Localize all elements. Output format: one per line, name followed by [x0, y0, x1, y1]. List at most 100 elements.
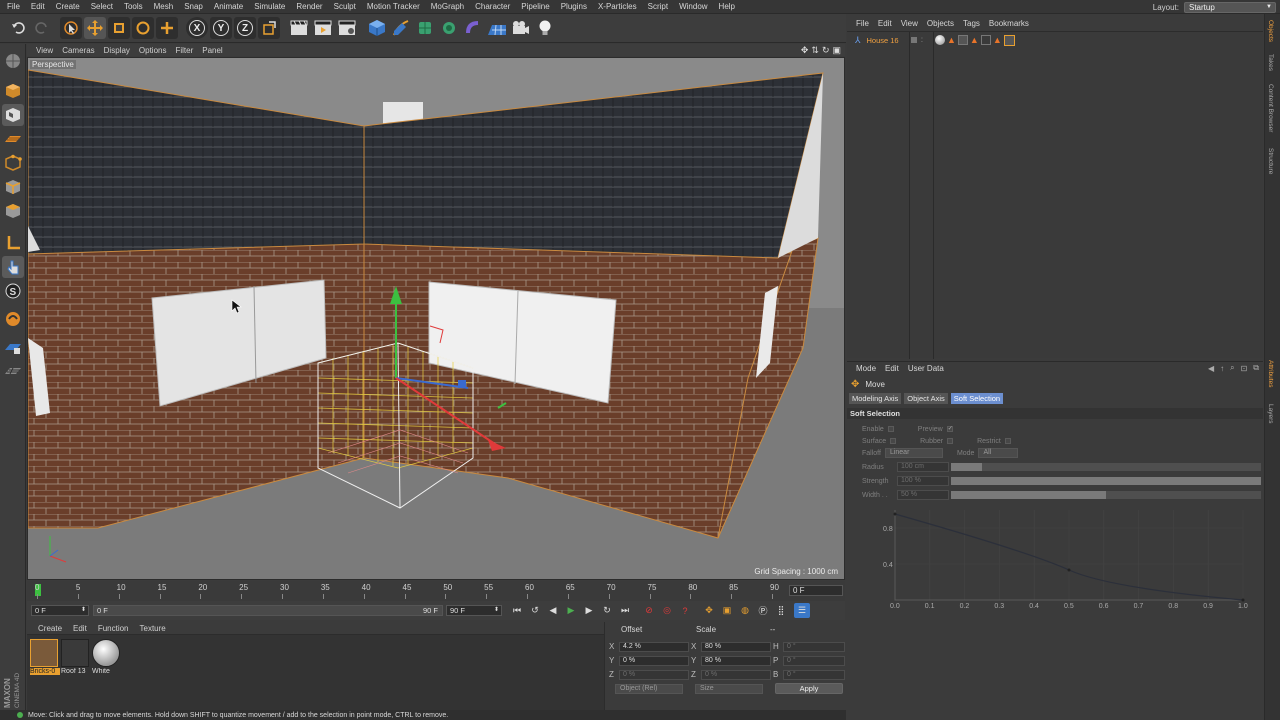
- autokey-button[interactable]: ◎: [659, 603, 675, 618]
- menu-motion-tracker[interactable]: Motion Tracker: [367, 2, 420, 11]
- scale-x-field[interactable]: 80 %: [701, 641, 771, 652]
- frame-range-slider[interactable]: 0 F 90 F: [93, 605, 443, 616]
- object-menu-edit[interactable]: Edit: [878, 19, 892, 28]
- planar-workplane-button[interactable]: [2, 360, 24, 382]
- size-mode-dropdown[interactable]: Size: [695, 683, 763, 694]
- move-tool-button[interactable]: [84, 17, 106, 39]
- menu-animate[interactable]: Animate: [214, 2, 243, 11]
- go-to-start-button[interactable]: ⏮: [509, 603, 525, 618]
- rot-b-field[interactable]: 0 °: [783, 669, 845, 680]
- menu-simulate[interactable]: Simulate: [254, 2, 285, 11]
- menu-window[interactable]: Window: [679, 2, 707, 11]
- rotation-key-button[interactable]: ◍: [737, 603, 753, 618]
- side-tab-attributes[interactable]: Attributes: [1267, 360, 1274, 387]
- start-frame-field[interactable]: 0 F ⬍: [31, 605, 89, 616]
- y-axis-lock-button[interactable]: Y: [210, 17, 232, 39]
- menu-file[interactable]: File: [7, 2, 20, 11]
- viewport-menu-display[interactable]: Display: [104, 46, 130, 55]
- object-menu-file[interactable]: File: [856, 19, 869, 28]
- rot-h-field[interactable]: 0 °: [783, 641, 845, 652]
- layout-dropdown[interactable]: Startup ▼: [1184, 1, 1276, 13]
- render-to-picture-viewer-button[interactable]: [312, 17, 334, 39]
- tab-object-axis[interactable]: Object Axis: [904, 393, 948, 404]
- floor-button[interactable]: [486, 17, 508, 39]
- tab-soft-selection[interactable]: Soft Selection: [950, 393, 1004, 404]
- menu-pipeline[interactable]: Pipeline: [521, 2, 549, 11]
- redo-button[interactable]: [32, 17, 52, 39]
- material-menu-edit[interactable]: Edit: [73, 624, 87, 633]
- previous-frame-button[interactable]: ◀: [545, 603, 561, 618]
- menu-x-particles[interactable]: X-Particles: [598, 2, 637, 11]
- timeline-ruler[interactable]: 0 5 10 15 20 25 30 35 40 45 50 55 60 65 70 75 80 85 90: [35, 581, 797, 601]
- menu-select[interactable]: Select: [91, 2, 113, 11]
- scale-y-field[interactable]: 80 %: [701, 655, 771, 666]
- position-key-button[interactable]: ✥: [701, 603, 717, 618]
- menu-render[interactable]: Render: [296, 2, 322, 11]
- tweak-mode-button[interactable]: [2, 256, 24, 278]
- x-axis-lock-button[interactable]: X: [186, 17, 208, 39]
- menu-snap[interactable]: Snap: [184, 2, 203, 11]
- edges-mode-button[interactable]: [2, 176, 24, 198]
- render-settings-button[interactable]: [336, 17, 358, 39]
- texture-tag-icon[interactable]: ▲: [970, 35, 979, 45]
- parameter-key-button[interactable]: Ⓟ: [755, 603, 771, 618]
- falloff-curve-graph[interactable]: 0.0 0.1 0.2 0.3 0.4 0.5 0.6 0.7 0.8 0.9 1.0 0.8 0.4: [869, 502, 1261, 612]
- falloff-dropdown[interactable]: Linear: [884, 448, 943, 458]
- material-tag-icon[interactable]: [935, 35, 945, 45]
- offset-y-field[interactable]: 0 %: [619, 655, 689, 666]
- rot-p-field[interactable]: 0 °: [783, 655, 845, 666]
- object-menu-tags[interactable]: Tags: [963, 19, 980, 28]
- selected-tag-icon[interactable]: [1003, 34, 1015, 46]
- live-selection-button[interactable]: [60, 17, 82, 39]
- side-tab-objects[interactable]: Objects: [1267, 20, 1274, 42]
- menu-mesh[interactable]: Mesh: [154, 2, 174, 11]
- lock-icon[interactable]: ⊡: [1241, 364, 1248, 373]
- curve-point[interactable]: [1067, 568, 1071, 572]
- coordinate-system-button[interactable]: [258, 17, 280, 39]
- menu-help[interactable]: Help: [719, 2, 735, 11]
- side-tab-layers[interactable]: Layers: [1267, 404, 1274, 424]
- current-frame-field[interactable]: 0 F: [789, 585, 843, 596]
- move-view-icon[interactable]: ✥: [801, 45, 809, 56]
- previous-key-button[interactable]: ↺: [527, 603, 543, 618]
- object-menu-view[interactable]: View: [901, 19, 918, 28]
- material-menu-texture[interactable]: Texture: [140, 624, 166, 633]
- go-to-end-button[interactable]: ⏭: [617, 603, 633, 618]
- strength-field[interactable]: 100 %: [897, 476, 949, 486]
- restrict-checkbox[interactable]: [1004, 438, 1011, 444]
- menu-sculpt[interactable]: Sculpt: [334, 2, 356, 11]
- viewport-menu-view[interactable]: View: [36, 46, 53, 55]
- side-tab-structure[interactable]: Structure: [1267, 148, 1274, 174]
- snap-button[interactable]: S: [2, 280, 24, 302]
- mode-dropdown[interactable]: All: [978, 448, 1019, 458]
- soft-selection-button[interactable]: [2, 308, 24, 330]
- deformer-button[interactable]: [462, 17, 484, 39]
- texture-tag-icon[interactable]: ▲: [947, 35, 956, 45]
- apply-button[interactable]: Apply: [775, 683, 843, 694]
- layer-swatch[interactable]: [911, 37, 917, 43]
- recent-tools-button[interactable]: [156, 17, 178, 39]
- menu-create[interactable]: Create: [56, 2, 80, 11]
- material-menu-function[interactable]: Function: [98, 624, 129, 633]
- zoom-view-icon[interactable]: ⇅: [811, 45, 819, 56]
- timeline-layout-button[interactable]: ☰: [794, 603, 810, 618]
- z-axis-lock-button[interactable]: Z: [234, 17, 256, 39]
- radius-field[interactable]: 100 cm: [897, 462, 949, 472]
- viewport-menu-cameras[interactable]: Cameras: [62, 46, 94, 55]
- menu-mograph[interactable]: MoGraph: [431, 2, 464, 11]
- attribute-menu-edit[interactable]: Edit: [885, 364, 899, 373]
- menu-character[interactable]: Character: [475, 2, 510, 11]
- pen-spline-button[interactable]: [390, 17, 412, 39]
- rubber-checkbox[interactable]: [947, 438, 954, 444]
- model-mode-button[interactable]: [2, 80, 24, 102]
- light-button[interactable]: [534, 17, 556, 39]
- material-tag-icon[interactable]: [957, 35, 968, 45]
- search-icon[interactable]: ⌕: [1230, 363, 1234, 373]
- material-tag-icon[interactable]: [980, 35, 991, 45]
- visibility-dots-icon[interactable]: ⁚: [921, 37, 923, 44]
- next-frame-button[interactable]: ▶: [581, 603, 597, 618]
- record-active-button[interactable]: ⊘: [641, 603, 657, 618]
- keyframe-selection-button[interactable]: ?: [677, 603, 693, 618]
- surface-checkbox[interactable]: [890, 438, 897, 444]
- tab-modeling-axis[interactable]: Modeling Axis: [849, 393, 902, 404]
